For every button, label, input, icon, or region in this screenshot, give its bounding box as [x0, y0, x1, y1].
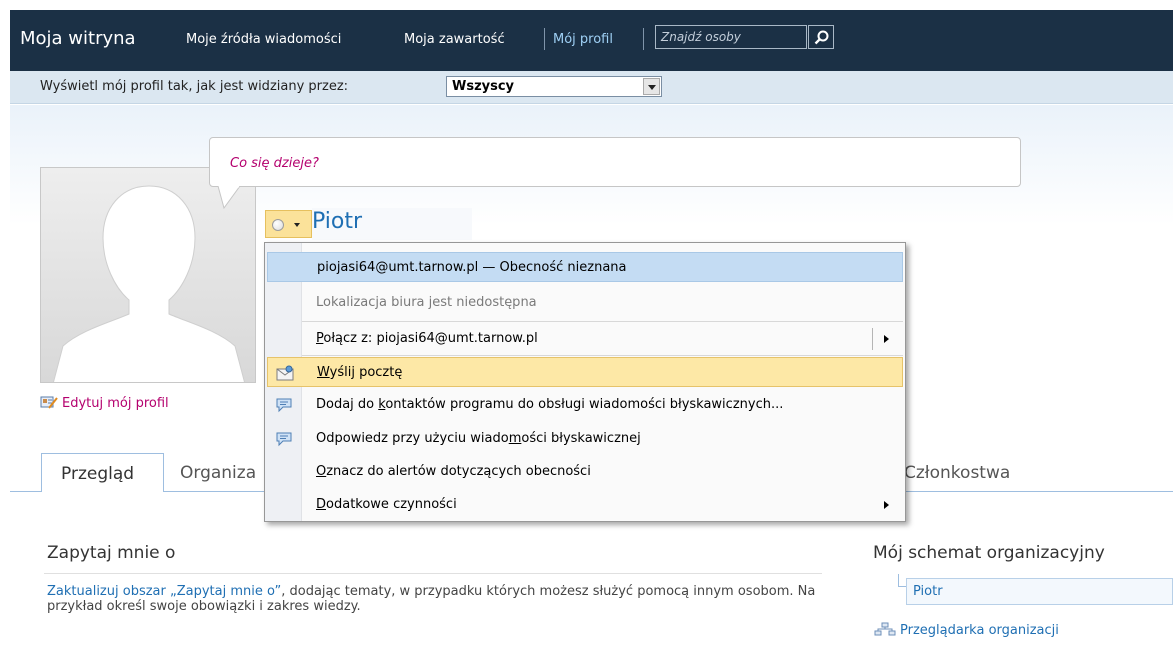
people-search-input[interactable]: Znajdź osoby — [655, 25, 807, 49]
edit-profile-label: Edytuj mój profil — [62, 396, 169, 411]
search-placeholder: Znajdź osoby — [661, 30, 741, 44]
menu-item-reply-im[interactable]: Odpowiedz przy użyciu wiadomości błyskaw… — [267, 424, 903, 454]
edit-profile-icon — [40, 396, 58, 409]
tab-overview-label: Przegląd — [61, 464, 135, 484]
nav-separator — [643, 28, 644, 50]
bubble-tail — [217, 186, 241, 210]
menu-item-add-im-contact[interactable]: Dodaj do kontaktów programu do obsługi w… — [267, 390, 903, 420]
search-icon — [814, 30, 829, 45]
menu-item-label: piojasi64@umt.tarnow.pl — Obecność niezn… — [317, 260, 627, 275]
menu-item-office-location: Lokalizacja biura jest niedostępna — [267, 288, 903, 318]
menu-item-label: Dodaj do kontaktów programu do obsługi w… — [316, 397, 784, 412]
send-mail-icon — [276, 365, 294, 381]
submenu-arrow-icon — [884, 501, 889, 509]
menu-item-label: Dodatkowe czynności — [316, 497, 457, 512]
menu-item-send-mail[interactable]: Wyślij pocztę — [267, 357, 903, 387]
search-button[interactable] — [808, 25, 834, 49]
menu-separator — [302, 355, 903, 356]
status-placeholder: Co się dzieje? — [230, 156, 319, 171]
chat-bubble-icon — [276, 398, 292, 413]
tab-memberships[interactable]: Członkostwa — [904, 463, 1010, 483]
menu-item-presence-header: piojasi64@umt.tarnow.pl — Obecność niezn… — [267, 252, 903, 282]
org-browser-icon — [874, 622, 896, 636]
menu-item-connect-with[interactable]: Połącz z: piojasi64@umt.tarnow.pl — [267, 324, 903, 354]
ask-me-about-text: Zaktualizuj obszar „Zapytaj mnie o”, dod… — [47, 584, 827, 614]
menu-item-label: Wyślij pocztę — [317, 365, 403, 380]
view-profile-as-bar: Wyświetl mój profil tak, jak jest widzia… — [10, 71, 1173, 104]
menu-separator — [302, 321, 903, 322]
submenu-arrow-icon — [884, 335, 889, 343]
presence-menu-button[interactable] — [265, 210, 312, 238]
nav-link-news-feed[interactable]: Moje źródła wiadomości — [186, 32, 341, 47]
nav-separator — [544, 28, 545, 50]
org-tree-line — [898, 574, 899, 586]
status-update-input[interactable]: Co się dzieje? — [209, 137, 1021, 187]
menu-item-label: Lokalizacja biura jest niedostępna — [316, 295, 537, 310]
view-as-selected-value: Wszyscy — [452, 79, 515, 94]
update-ask-me-link[interactable]: Zaktualizuj obszar „Zapytaj mnie o” — [47, 584, 281, 599]
view-as-label: Wyświetl mój profil tak, jak jest widzia… — [40, 79, 349, 94]
menu-item-label: Oznacz do alertów dotyczących obecności — [316, 464, 591, 479]
nav-link-my-profile[interactable]: Mój profil — [553, 32, 613, 47]
edit-profile-link[interactable]: Edytuj mój profil — [40, 395, 169, 411]
profile-name: Piotr — [312, 209, 363, 234]
site-title[interactable]: Moja witryna — [20, 28, 136, 49]
org-tree-line — [898, 586, 906, 587]
org-browser-link[interactable]: Przeglądarka organizacji — [874, 622, 1059, 638]
chevron-down-icon[interactable] — [643, 78, 660, 95]
menu-item-label: Połącz z: piojasi64@umt.tarnow.pl — [316, 331, 538, 346]
view-as-select[interactable]: Wszyscy — [446, 76, 662, 97]
menu-item-presence-alerts[interactable]: Oznacz do alertów dotyczących obecności — [267, 457, 903, 487]
nav-link-my-content[interactable]: Moja zawartość — [404, 32, 505, 47]
presence-status-icon — [272, 219, 284, 231]
menu-item-label: Odpowiedz przy użyciu wiadomości błyskaw… — [316, 431, 641, 446]
submenu-separator — [872, 328, 873, 350]
ask-divider — [44, 573, 822, 574]
org-chart-title: Mój schemat organizacyjny — [873, 543, 1105, 563]
dropdown-arrow-icon — [294, 223, 300, 227]
tab-overview[interactable]: Przegląd — [41, 453, 164, 492]
chat-bubble-icon — [276, 432, 292, 447]
tab-organization[interactable]: Organiza — [180, 463, 256, 483]
ask-me-about-title: Zapytaj mnie o — [47, 543, 176, 563]
org-node-name: Piotr — [913, 584, 943, 599]
menu-item-more-actions[interactable]: Dodatkowe czynności — [267, 490, 903, 520]
presence-context-menu: piojasi64@umt.tarnow.pl — Obecność niezn… — [264, 242, 906, 522]
org-chart-node[interactable]: Piotr — [906, 578, 1173, 605]
top-navigation-bar: Moja witryna Moje źródła wiadomości Moja… — [10, 10, 1173, 71]
org-browser-label: Przeglądarka organizacji — [900, 623, 1059, 638]
